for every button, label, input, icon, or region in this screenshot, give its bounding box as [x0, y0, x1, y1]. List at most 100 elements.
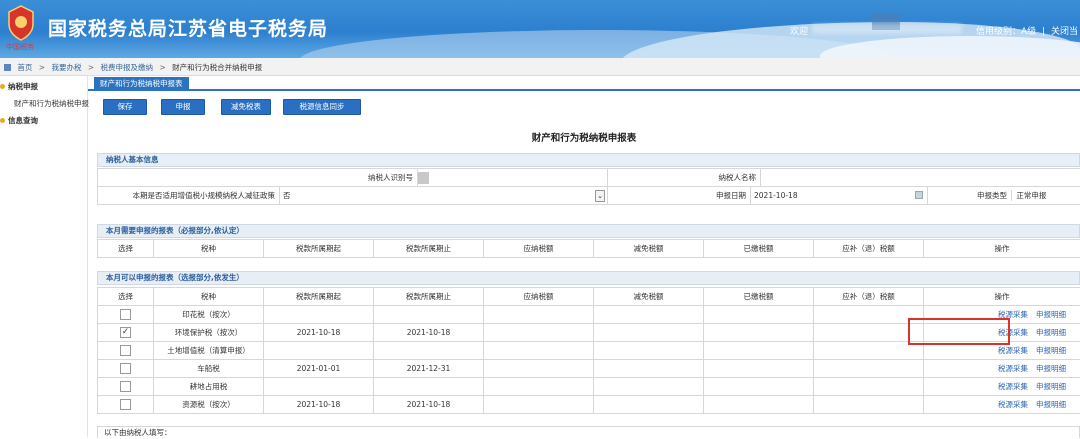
- col-header: 应纳税额: [484, 288, 594, 306]
- sidebar-item-query[interactable]: 信息查询: [0, 115, 38, 126]
- small-scale-label: 本期是否适用增值税小规模纳税人减征政策: [98, 187, 280, 205]
- declare-detail-link[interactable]: 申报明细: [1036, 328, 1066, 337]
- payable-cell: [484, 360, 594, 378]
- declare-detail-link[interactable]: 申报明细: [1036, 382, 1066, 391]
- period-end-cell: [374, 378, 484, 396]
- section-optional: 本月可以申报的报表（选报部分,依发生）: [97, 271, 1080, 285]
- tax-type-cell: 环境保护税（按次）: [154, 324, 264, 342]
- optional-table: 选择 税种 税款所属期起 税款所属期止 应纳税额 减免税额 已缴税额 应补（退）…: [97, 287, 1080, 414]
- declare-date-value: 2021-10-18: [754, 191, 798, 200]
- period-end-cell: 2021-10-18: [374, 396, 484, 414]
- refund-cell: [814, 396, 924, 414]
- reduction-cell: [594, 342, 704, 360]
- period-end-cell: [374, 306, 484, 324]
- declare-detail-link[interactable]: 申报明细: [1036, 400, 1066, 409]
- taxpayer-id-label: 纳税人识别号: [98, 169, 418, 187]
- row-checkbox[interactable]: [120, 381, 131, 392]
- collect-source-link[interactable]: 税源采集: [998, 364, 1028, 373]
- row-checkbox[interactable]: [120, 399, 131, 410]
- period-end-cell: 2021-10-18: [374, 324, 484, 342]
- credit-value: A级: [1021, 27, 1036, 37]
- col-header: 税款所属期起: [264, 288, 374, 306]
- col-header: 选择: [98, 240, 154, 258]
- period-start-cell: [264, 378, 374, 396]
- select-cell: [98, 396, 154, 414]
- breadcrumb-declare[interactable]: 税费申报及缴纳: [101, 63, 154, 72]
- breadcrumb: 首页 > 我要办税 > 税费申报及缴纳 > 财产和行为税合并纳税申报: [4, 62, 266, 73]
- collect-source-link[interactable]: 税源采集: [998, 346, 1028, 355]
- exit-link[interactable]: 关闭当: [1051, 27, 1078, 37]
- small-scale-value: 否: [283, 191, 291, 200]
- row-checkbox[interactable]: ✓: [120, 327, 131, 338]
- bullet-icon: [0, 118, 5, 123]
- tax-type-cell: 车船税: [154, 360, 264, 378]
- collect-source-link[interactable]: 税源采集: [998, 382, 1028, 391]
- taxpayer-name-field: [761, 169, 1080, 187]
- row-checkbox[interactable]: [120, 345, 131, 356]
- sync-tax-source-button[interactable]: 税源信息同步: [283, 99, 361, 115]
- breadcrumb-home[interactable]: 首页: [17, 63, 32, 72]
- declare-detail-link[interactable]: 申报明细: [1036, 364, 1066, 373]
- row-checkbox[interactable]: [120, 363, 131, 374]
- select-cell: [98, 360, 154, 378]
- sidebar-item-label: 纳税申报: [8, 82, 38, 91]
- period-start-cell: 2021-01-01: [264, 360, 374, 378]
- reduction-form-button[interactable]: 减免税表: [221, 99, 271, 115]
- basic-info-table: 纳税人识别号 纳税人名称 本期是否适用增值税小规模纳税人减征政策 否 ⌄ 申报日…: [97, 168, 1080, 205]
- col-header: 操作: [924, 288, 1080, 306]
- select-cell: [98, 306, 154, 324]
- section-required: 本月需要申报的报表（必报部分,依认定）: [97, 224, 1080, 238]
- breadcrumb-do-tax[interactable]: 我要办税: [51, 63, 81, 72]
- col-header: 选择: [98, 288, 154, 306]
- refund-cell: [814, 342, 924, 360]
- toolbar: 保存 申报 减免税表 税源信息同步: [88, 92, 1080, 122]
- breadcrumb-sep: >: [88, 63, 94, 72]
- calendar-icon[interactable]: [915, 191, 923, 199]
- header-separator: |: [1042, 27, 1045, 37]
- payable-cell: [484, 396, 594, 414]
- reduction-cell: [594, 396, 704, 414]
- breadcrumb-sep: >: [39, 63, 45, 72]
- credit-label: 信用级别：: [976, 27, 1021, 37]
- sidebar-item-property-declare[interactable]: 财产和行为税纳税申报: [14, 98, 89, 109]
- declare-type-value: 正常申报: [1014, 191, 1046, 200]
- reduction-cell: [594, 324, 704, 342]
- paid-cell: [704, 378, 814, 396]
- tab-property-form[interactable]: 财产和行为税纳税申报表: [94, 77, 189, 91]
- select-cell: [98, 342, 154, 360]
- sidebar-item-declare[interactable]: 纳税申报: [0, 81, 38, 92]
- small-scale-select[interactable]: 否 ⌄: [280, 187, 608, 205]
- site-header: 中国税务 国家税务总局江苏省电子税务局 欢迎 信用级别：A级 | 关闭当: [0, 0, 1080, 58]
- payable-cell: [484, 342, 594, 360]
- period-start-cell: 2021-10-18: [264, 324, 374, 342]
- declare-detail-link[interactable]: 申报明细: [1036, 346, 1066, 355]
- col-header: 已缴税额: [704, 288, 814, 306]
- reduction-cell: [594, 306, 704, 324]
- declare-date-field[interactable]: 2021-10-18: [751, 187, 928, 205]
- col-header: 减免税额: [594, 288, 704, 306]
- row-checkbox[interactable]: [120, 309, 131, 320]
- breadcrumb-bar: 首页 > 我要办税 > 税费申报及缴纳 > 财产和行为税合并纳税申报: [0, 58, 1080, 76]
- period-start-cell: [264, 306, 374, 324]
- paid-cell: [704, 342, 814, 360]
- col-header: 应纳税额: [484, 240, 594, 258]
- breadcrumb-sep: >: [159, 63, 165, 72]
- save-button[interactable]: 保存: [103, 99, 147, 115]
- breadcrumb-current: 财产和行为税合并纳税申报: [172, 63, 262, 72]
- declare-detail-link[interactable]: 申报明细: [1036, 310, 1066, 319]
- period-start-cell: [264, 342, 374, 360]
- collect-source-link[interactable]: 税源采集: [998, 400, 1028, 409]
- section-basic-info: 纳税人基本信息: [97, 153, 1080, 167]
- highlight-box: [908, 318, 1010, 345]
- payable-cell: [484, 324, 594, 342]
- col-header: 减免税额: [594, 240, 704, 258]
- select-box[interactable]: 否 ⌄: [283, 189, 607, 203]
- required-table: 选择 税种 税款所属期起 税款所属期止 应纳税额 减免税额 已缴税额 应补（退）…: [97, 239, 1080, 258]
- declare-button[interactable]: 申报: [161, 99, 205, 115]
- refund-cell: [814, 378, 924, 396]
- payable-cell: [484, 378, 594, 396]
- tax-type-cell: 耕地占用税: [154, 378, 264, 396]
- col-header: 操作: [924, 240, 1080, 258]
- chevron-down-icon[interactable]: ⌄: [595, 190, 605, 202]
- action-cell: 税源采集申报明细: [924, 378, 1080, 396]
